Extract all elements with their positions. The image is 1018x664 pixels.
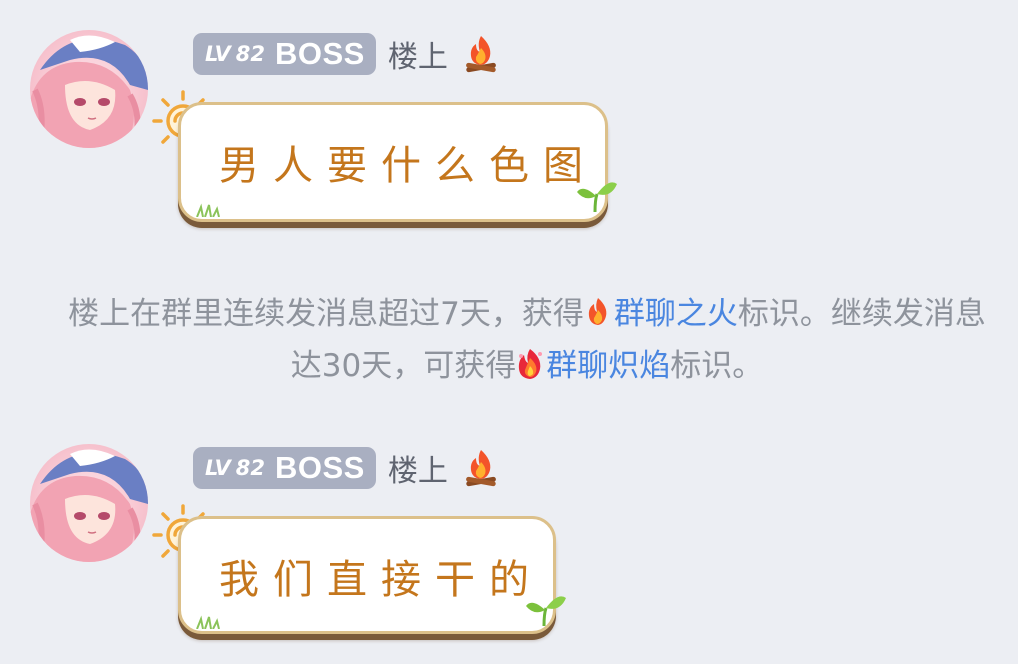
chat-bubble[interactable]: 男人要什么色图 xyxy=(178,102,608,222)
blazing-fire-icon xyxy=(516,344,544,379)
level-prefix: LV xyxy=(205,42,231,66)
avatar[interactable] xyxy=(30,30,148,148)
level-number: 82 xyxy=(235,42,265,66)
campfire-icon[interactable] xyxy=(462,448,500,488)
sender-row: LV 82 BOSS 楼上 xyxy=(193,446,500,490)
level-number: 82 xyxy=(235,456,265,480)
sender-name[interactable]: 楼上 xyxy=(388,32,448,76)
level-badge[interactable]: LV 82 BOSS xyxy=(193,447,376,489)
message-item: LV 82 BOSS 楼上 我们直接干的 xyxy=(0,444,1018,644)
avatar[interactable] xyxy=(30,444,148,562)
campfire-icon[interactable] xyxy=(462,34,500,74)
system-notice: 楼上在群里连续发消息超过7天，获得 群聊之火标识。继续发消息达30天，可获得 群聊炽… xyxy=(60,288,994,392)
notice-text: 标识。 xyxy=(670,348,764,384)
grass-icon xyxy=(196,615,220,629)
sender-name[interactable]: 楼上 xyxy=(388,446,448,490)
level-title: BOSS xyxy=(274,450,365,485)
level-badge[interactable]: LV 82 BOSS xyxy=(193,33,376,75)
grass-icon xyxy=(196,203,220,217)
level-title: BOSS xyxy=(274,36,365,71)
sender-row: LV 82 BOSS 楼上 xyxy=(193,32,500,76)
badge-link-group-fire[interactable]: 群聊之火 xyxy=(614,296,738,332)
badge-link-group-blaze[interactable]: 群聊炽焰 xyxy=(546,348,670,384)
message-text: 我们直接干的 xyxy=(219,557,543,603)
notice-text: 楼上在群里连续发消息超过7天，获得 xyxy=(68,296,584,332)
sprout-icon xyxy=(526,596,566,626)
chat-bubble[interactable]: 我们直接干的 xyxy=(178,516,556,634)
level-prefix: LV xyxy=(205,456,231,480)
sprout-icon xyxy=(577,182,617,212)
message-text: 男人要什么色图 xyxy=(219,143,597,189)
message-item: LV 82 BOSS 楼上 男人要什么色图 xyxy=(0,30,1018,230)
fire-icon xyxy=(584,292,612,325)
